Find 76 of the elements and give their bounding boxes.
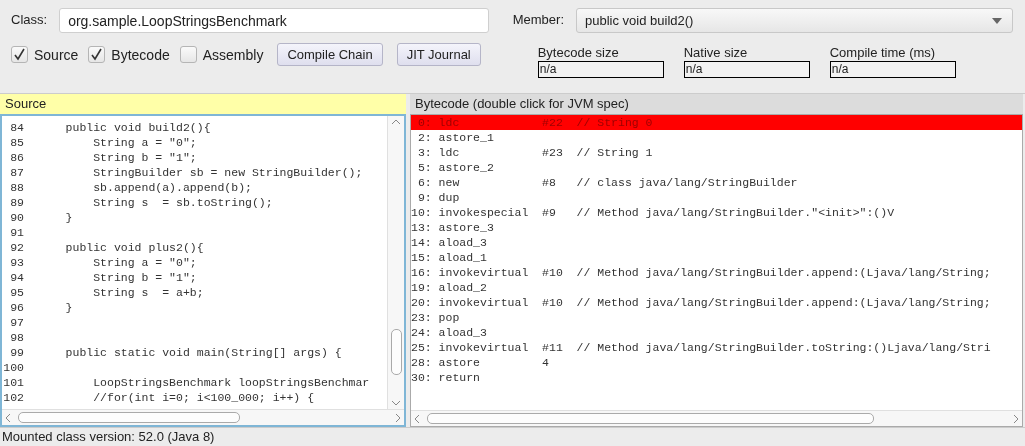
source-header: Source — [0, 94, 406, 114]
bytecode-row[interactable]: 3: ldc #23 // String 1 — [411, 145, 1022, 160]
checkbox-label[interactable]: Bytecode — [111, 46, 170, 63]
code-line: String a = "0"; — [92, 255, 197, 270]
code-line: } — [64, 210, 73, 225]
line-number: 85 — [9, 135, 24, 150]
member-dropdown[interactable]: public void build2() — [576, 8, 1013, 33]
bytecode-row[interactable]: 2: astore_1 — [411, 130, 1022, 145]
bytecode-row[interactable]: 10: invokespecial #9 // Method java/lang/StringBuilder."<init>":()V — [411, 205, 1022, 220]
line-number: 90 — [9, 210, 24, 225]
bytecode-row[interactable]: 20: invokevirtual #10 // Method java/lang/StringBuilder.append:(Ljava/lang/String; — [411, 295, 1022, 310]
code-line: String a = "0"; — [92, 135, 197, 150]
checkbox[interactable] — [11, 46, 28, 63]
bytecode-row[interactable]: 6: new #8 // class java/lang/StringBuilder — [411, 175, 1022, 190]
code-line: sb.append(a).append(b); — [92, 180, 252, 195]
code-line: public static void main(String[] args) { — [64, 345, 342, 360]
code-line: String s = sb.toString(); — [92, 195, 273, 210]
code-line: //for(int i=0; i<100_000; i++) { — [92, 390, 315, 405]
code-line: String b = "1"; — [92, 270, 197, 285]
bytecode-row[interactable]: 28: astore 4 — [411, 355, 1022, 370]
code-line: LoopStringsBenchmark loopStringsBenchmar — [92, 375, 370, 390]
line-number: 87 — [9, 165, 24, 180]
dropdown-caret-icon — [992, 17, 1002, 24]
line-number: 86 — [9, 150, 24, 165]
stat-field: n/a — [829, 61, 956, 78]
bytecode-row[interactable]: 14: aload_3 — [411, 235, 1022, 250]
class-label: Class: — [11, 11, 48, 27]
bytecode-row[interactable]: 5: astore_2 — [411, 160, 1022, 175]
code-line: public void build2(){ — [64, 120, 211, 135]
line-number: 96 — [9, 300, 24, 315]
bytecode-row[interactable]: 24: aload_3 — [411, 325, 1022, 340]
bytecode-row[interactable]: 19: aload_2 — [411, 280, 1022, 295]
status-bar: Mounted class version: 52.0 (Java 8) — [0, 427, 1025, 446]
bytecode-row[interactable]: 23: pop — [411, 310, 1022, 325]
code-line: String s = a+b; — [92, 285, 204, 300]
line-number: 84 — [9, 120, 24, 135]
line-number: 99 — [9, 345, 24, 360]
scrollbar-thumb[interactable] — [18, 412, 240, 423]
stat-label: Bytecode size — [537, 45, 620, 60]
toolbar-button[interactable]: Compile Chain — [277, 43, 383, 66]
bytecode-header: Bytecode (double click for JVM spec) — [410, 94, 1023, 114]
scrollbar-thumb[interactable] — [390, 329, 402, 375]
code-line: StringBuilder sb = new StringBuilder(); — [92, 165, 363, 180]
stat-label: Native size — [683, 45, 749, 60]
member-label: Member: — [512, 11, 564, 27]
line-number: 88 — [9, 180, 24, 195]
code-line: } — [64, 300, 73, 315]
line-number: 93 — [9, 255, 24, 270]
stat-field: n/a — [683, 61, 810, 78]
class-field[interactable]: org.sample.LoopStringsBenchmark — [59, 8, 490, 33]
bytecode-row[interactable]: 13: astore_3 — [411, 220, 1022, 235]
checkbox[interactable] — [179, 46, 197, 63]
line-number: 92 — [9, 240, 24, 255]
checkbox-label[interactable]: Source — [34, 46, 79, 63]
line-number: 91 — [9, 225, 24, 240]
line-number: 89 — [9, 195, 24, 210]
scrollbar-thumb[interactable] — [427, 413, 874, 424]
line-number: 97 — [9, 315, 24, 330]
line-number: 100 — [2, 360, 24, 375]
line-number: 94 — [9, 270, 24, 285]
checkbox-label[interactable]: Assembly — [202, 46, 264, 63]
bytecode-row[interactable]: 9: dup — [411, 190, 1022, 205]
line-number: 95 — [9, 285, 24, 300]
bytecode-row[interactable]: 16: invokevirtual #10 // Method java/lang/StringBuilder.append:(Ljava/lang/String; — [411, 265, 1022, 280]
code-line: String b = "1"; — [92, 150, 197, 165]
bytecode-row[interactable]: 15: aload_1 — [411, 250, 1022, 265]
line-number: 101 — [2, 375, 24, 390]
bytecode-row[interactable]: 25: invokevirtual #11 // Method java/lang/StringBuilder.toString:()Ljava/lang/Stri — [411, 340, 1022, 355]
line-number: 98 — [9, 330, 24, 345]
code-line: public void plus2(){ — [64, 240, 204, 255]
bytecode-row[interactable]: 30: return — [411, 370, 1022, 385]
stat-field: n/a — [537, 61, 664, 78]
line-number: 102 — [2, 390, 24, 405]
checkbox[interactable] — [88, 46, 106, 63]
stat-label: Compile time (ms) — [829, 45, 937, 60]
toolbar-button[interactable]: JIT Journal — [396, 43, 481, 66]
